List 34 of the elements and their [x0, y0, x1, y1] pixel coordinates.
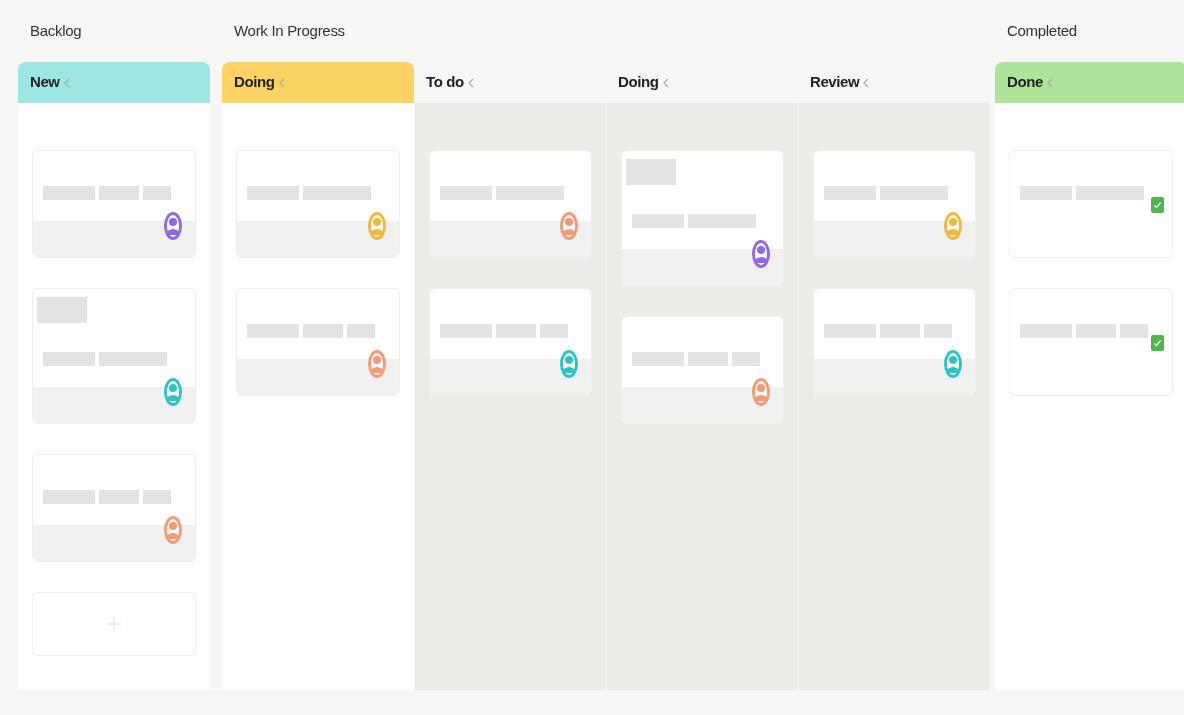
column-header: Done	[995, 62, 1184, 103]
task-card[interactable]	[1009, 288, 1173, 396]
column-header: Doing	[222, 62, 414, 103]
chevron-icon[interactable]	[863, 77, 870, 88]
group-title: Backlog	[29, 21, 83, 41]
task-card[interactable]	[813, 288, 976, 396]
column-header: New	[18, 62, 210, 103]
task-card[interactable]	[429, 150, 592, 258]
checkbox[interactable]	[1151, 335, 1164, 351]
column-header: Doing	[606, 62, 798, 103]
task-card[interactable]	[32, 150, 196, 258]
task-card[interactable]	[813, 150, 976, 258]
checkbox[interactable]	[1151, 197, 1164, 213]
chevron-icon[interactable]	[662, 77, 669, 88]
add-card-button[interactable]	[32, 592, 196, 656]
plus-icon	[107, 617, 121, 631]
chevron-icon[interactable]	[278, 77, 285, 88]
chevron-icon[interactable]	[467, 77, 474, 88]
task-card[interactable]	[32, 454, 196, 562]
chevron-icon[interactable]	[1046, 77, 1053, 88]
group-title: Work In Progress	[233, 21, 346, 41]
column-header: To do	[414, 62, 606, 103]
task-card[interactable]	[236, 150, 400, 258]
task-card[interactable]	[621, 316, 784, 424]
column-header: Review	[798, 62, 990, 103]
chevron-icon[interactable]	[63, 77, 70, 88]
task-card[interactable]	[621, 150, 784, 286]
group-title: Completed	[1006, 21, 1078, 41]
task-card[interactable]	[236, 288, 400, 396]
task-card[interactable]	[1009, 150, 1173, 258]
title-placeholder	[626, 159, 676, 185]
task-card[interactable]	[429, 288, 592, 396]
title-placeholder	[37, 297, 87, 323]
task-card[interactable]	[32, 288, 196, 424]
